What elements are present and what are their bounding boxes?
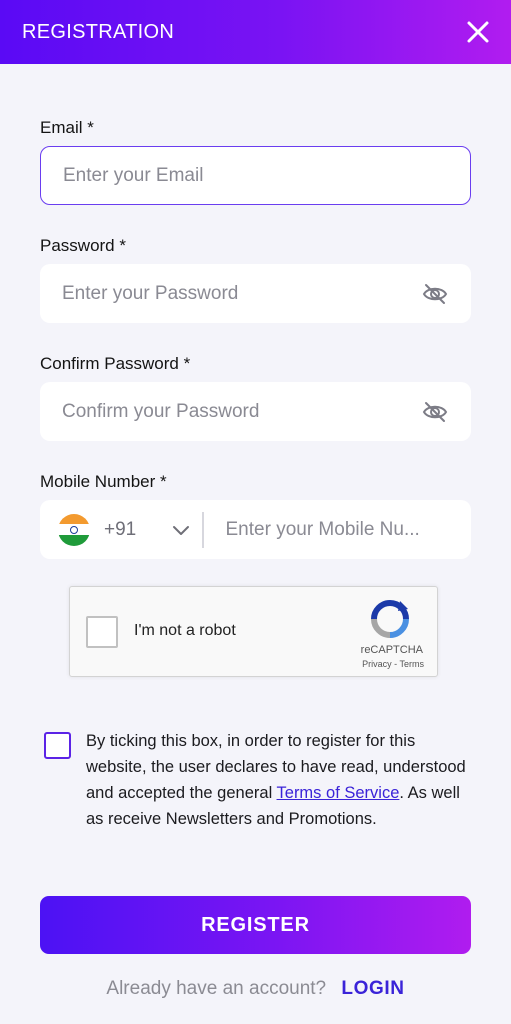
recaptcha-brand: reCAPTCHA xyxy=(360,644,423,656)
mobile-field-wrapper: +91 xyxy=(40,500,471,559)
password-input[interactable] xyxy=(62,264,421,323)
mobile-number-input[interactable] xyxy=(225,500,471,559)
email-field-wrapper xyxy=(40,146,471,205)
eye-off-icon[interactable] xyxy=(421,280,449,308)
email-input[interactable] xyxy=(63,147,448,204)
terms-consent-text: By ticking this box, in order to registe… xyxy=(86,728,466,832)
confirm-password-field-wrapper xyxy=(40,382,471,441)
register-button[interactable]: REGISTER xyxy=(40,896,471,954)
dial-code[interactable]: +91 xyxy=(104,519,158,541)
recaptcha-privacy-terms[interactable]: Privacy - Terms xyxy=(362,659,424,669)
login-link[interactable]: LOGIN xyxy=(341,978,404,999)
terms-of-service-link[interactable]: Terms of Service xyxy=(277,784,400,802)
terms-checkbox[interactable] xyxy=(44,732,71,759)
close-icon xyxy=(467,21,489,43)
login-prompt-text: Already have an account? xyxy=(106,978,327,999)
email-label: Email * xyxy=(40,118,94,137)
page-title: REGISTRATION xyxy=(22,20,175,43)
chevron-down-icon[interactable] xyxy=(170,519,192,541)
mobile-number-label: Mobile Number * xyxy=(40,472,167,491)
eye-off-icon[interactable] xyxy=(421,398,449,426)
recaptcha-label: I'm not a robot xyxy=(134,622,236,639)
recaptcha-logo-icon xyxy=(371,600,409,638)
recaptcha-widget: I'm not a robot reCAPTCHA Privacy - Term… xyxy=(69,586,438,677)
recaptcha-checkbox[interactable] xyxy=(86,616,118,648)
field-divider xyxy=(202,511,204,548)
registration-header: REGISTRATION xyxy=(0,0,511,64)
india-flag-icon[interactable] xyxy=(58,513,90,546)
confirm-password-input[interactable] xyxy=(62,382,421,441)
close-button[interactable] xyxy=(463,17,493,47)
password-label: Password * xyxy=(40,236,126,255)
confirm-password-label: Confirm Password * xyxy=(40,354,191,373)
password-field-wrapper xyxy=(40,264,471,323)
login-prompt: Already have an account? LOGIN xyxy=(0,978,511,1000)
